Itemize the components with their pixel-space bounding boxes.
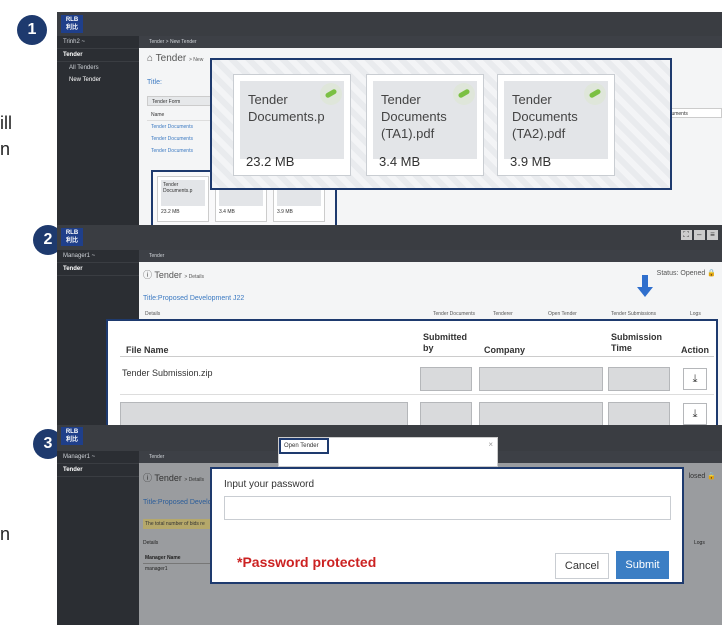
minimize-icon[interactable]: – — [693, 230, 705, 240]
table-row: Tender Submission.zip ⤓ — [120, 359, 714, 395]
document-list: Name Tender Documents Tender Documents T… — [147, 110, 217, 157]
leaf-icon — [584, 83, 606, 105]
window-controls: ⛶ – ≡ — [680, 230, 718, 240]
password-dialog: Input your password *Password protected … — [210, 467, 684, 584]
rlb-logo: RLB 利比 — [61, 15, 83, 33]
document-name: Tender Documents.p — [248, 92, 325, 124]
col-file-name: File Name — [126, 345, 169, 355]
fullscreen-icon[interactable]: ⛶ — [680, 230, 692, 240]
step-1-badge: 1 — [17, 15, 47, 45]
document-size: 23.2 MB — [246, 154, 295, 169]
download-icon[interactable]: ⤓ — [683, 403, 707, 425]
sidebar-item-tender[interactable]: Tender — [57, 263, 139, 276]
password-label: Input your password — [224, 479, 315, 490]
page-header: ⓘ Tender > Details — [143, 473, 204, 483]
breadcrumb: Tender > New Tender — [149, 39, 197, 45]
top-bar: RLB 利比 ⛶ – ≡ — [57, 225, 722, 250]
password-input[interactable] — [224, 496, 671, 520]
document-card[interactable]: Tender Documents (TA1).pdf 3.4 MB — [366, 74, 484, 176]
document-size: 3.4 MB — [379, 154, 421, 169]
submission-time-cell — [608, 367, 670, 391]
leaf-icon — [453, 83, 475, 105]
info-icon: ⓘ — [143, 270, 155, 280]
tab-logs[interactable]: Logs — [690, 311, 701, 317]
sidebar-item-new-tender[interactable]: New Tender — [57, 74, 139, 86]
tab-tender-submissions[interactable]: Tender Submissions — [611, 311, 656, 317]
arrow-stem — [642, 275, 648, 288]
tender-title: Title:Proposed Develo — [143, 499, 212, 506]
cancel-button[interactable]: Cancel — [555, 553, 609, 579]
sidebar: Trinh2 ~ Tender All Tenders New Tender — [57, 36, 139, 225]
tab-details[interactable]: Details — [145, 311, 160, 317]
rlb-logo: RLB 利比 — [61, 228, 83, 246]
close-icon[interactable]: × — [488, 440, 493, 449]
file-name-cell: Tender Submission.zip — [122, 368, 213, 378]
breadcrumb-bar: Tender — [139, 250, 722, 262]
mini-card[interactable]: Tender Documents.p 23.2 MB — [157, 176, 209, 222]
arrow-down-icon — [637, 287, 653, 297]
page-header: ⌂ Tender > New — [147, 53, 204, 64]
tab-bar: Details Tender Documents Tenderer Open T… — [143, 309, 718, 319]
sidebar-item-tender[interactable]: Tender — [57, 49, 139, 62]
tab-tenderer[interactable]: Tenderer — [493, 311, 513, 317]
user-menu[interactable]: Manager1 ~ — [57, 250, 139, 263]
list-item[interactable]: Tender Documents — [147, 145, 217, 157]
side-text-fragment-2: n — [0, 139, 11, 159]
details-label: Details — [143, 540, 159, 546]
col-company: Company — [484, 345, 526, 355]
open-tender-modal-header: Open Tender × — [278, 437, 498, 467]
home-icon: ⌂ — [147, 53, 156, 64]
lock-icon: 🔒 — [707, 473, 716, 480]
menu-icon[interactable]: ≡ — [707, 230, 718, 240]
top-bar: RLB 利比 — [57, 12, 722, 36]
status-text: Status: Opened 🔒 — [656, 270, 716, 277]
sidebar-item-all-tenders[interactable]: All Tenders — [57, 62, 139, 74]
tender-title: Title:Proposed Development J22 — [143, 295, 245, 302]
document-card[interactable]: Tender Documents.p 23.2 MB — [233, 74, 351, 176]
title-label: Title: — [147, 79, 162, 86]
list-item[interactable]: Tender Documents — [147, 121, 217, 133]
user-menu[interactable]: Trinh2 ~ — [57, 36, 139, 49]
document-card[interactable]: Tender Documents (TA2).pdf 3.9 MB — [497, 74, 615, 176]
table-header-row: File Name Submitted by Company Submissio… — [120, 329, 714, 357]
tab-tender-form[interactable]: Tender Form — [147, 96, 217, 106]
breadcrumb-bar: Tender > New Tender — [139, 36, 722, 48]
col-submission-time: Submission Time — [611, 332, 663, 353]
modal-title: Open Tender — [279, 438, 329, 454]
side-text-fragment-1: ill — [0, 113, 12, 133]
sidebar: Manager1 ~ Tender — [57, 451, 139, 625]
sidebar-item-tender[interactable]: Tender — [57, 464, 139, 477]
status-text: losed 🔒 — [688, 473, 716, 480]
manager-table: Manager Name manager1 — [143, 553, 213, 574]
document-size: 3.9 MB — [510, 154, 552, 169]
table-row: manager1 — [145, 566, 168, 572]
side-text-fragment-3: n — [0, 524, 11, 544]
user-menu[interactable]: Manager1 ~ — [57, 451, 139, 464]
list-item[interactable]: Tender Documents — [147, 133, 217, 145]
tab-logs[interactable]: Logs — [694, 540, 705, 546]
tab-tender-documents[interactable]: Tender Documents — [433, 311, 475, 317]
submissions-table-zoom: File Name Submitted by Company Submissio… — [106, 319, 718, 437]
col-submitted-by: Submitted by — [423, 332, 467, 353]
col-action: Action — [681, 345, 709, 355]
company-cell — [479, 367, 603, 391]
submitted-by-cell — [420, 367, 472, 391]
download-icon[interactable]: ⤓ — [683, 368, 707, 390]
rlb-logo: RLB 利比 — [61, 427, 83, 445]
breadcrumb: Tender — [149, 253, 165, 259]
page-header: ⓘ Tender > Details — [143, 270, 204, 280]
manager-table-header: Manager Name — [143, 553, 213, 564]
lock-icon: 🔒 — [707, 270, 716, 277]
tab-open-tender[interactable]: Open Tender — [548, 311, 577, 317]
submit-button[interactable]: Submit — [616, 551, 669, 579]
breadcrumb: Tender — [149, 454, 165, 460]
list-header: Name — [147, 110, 217, 121]
document-name: Tender Documents (TA2).pdf — [512, 92, 578, 141]
password-protected-note: *Password protected — [237, 554, 377, 570]
document-name: Tender Documents (TA1).pdf — [381, 92, 447, 141]
info-icon: ⓘ — [143, 473, 155, 483]
zoomed-document-cards: Tender Documents.p 23.2 MB Tender Document… — [210, 58, 672, 190]
